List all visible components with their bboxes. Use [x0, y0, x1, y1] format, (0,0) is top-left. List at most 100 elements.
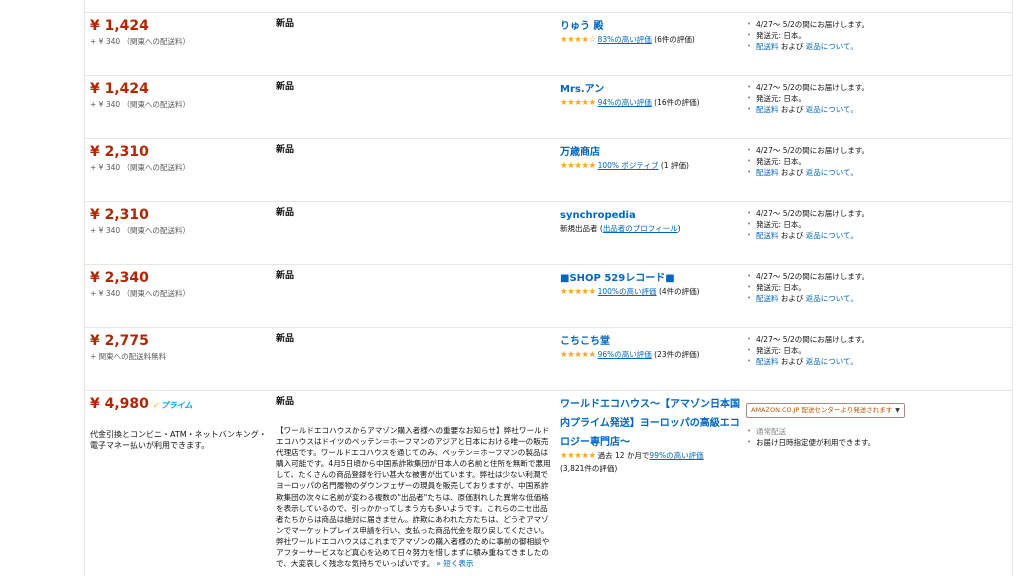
delivery-column: AMAZON.CO.JP 配送センターより発送されます▼ 通常配送 お届け日時指… — [746, 397, 996, 449]
delivery-info-list: 4/27～ 5/2の間にお届けします。 発送元: 日本。 配送料 および 返品に… — [746, 145, 996, 179]
seller-column: こちこち堂 ★★★★★ 96%の高い評価 (23件の評価) — [560, 329, 740, 361]
rating-period: 過去 12 か月で — [597, 451, 650, 460]
delivery-info-list: 4/27～ 5/2の間にお届けします。 発送元: 日本。 配送料 および 返品に… — [746, 19, 996, 53]
shipping-fee: + ¥ 340 （関東への配送料） — [90, 37, 191, 46]
ships-from: 発送元: 日本。 — [747, 93, 996, 104]
offer-condition: 新品 — [276, 82, 295, 92]
offer-row: ¥ 1,424 + ¥ 340 （関東への配送料） 新品 Mrs.アン ★★★★… — [84, 76, 1012, 139]
shipping-fee-link[interactable]: 配送料 — [756, 357, 779, 366]
offer-price: ¥ 2,340 — [90, 270, 149, 286]
offer-condition: 新品 — [276, 334, 295, 344]
offer-row: ¥ 1,424 + ¥ 340 （関東への配送料） 新品 りゅう 殿 ★★★★☆… — [84, 13, 1012, 76]
seller-rating: ★★★★★ 96%の高い評価 (23件の評価) — [560, 349, 740, 361]
shipping-fee: + ¥ 340 （関東への配送料） — [90, 226, 191, 235]
offer-row: ¥ 2,775 + 関東への配送料無料 新品 こちこち堂 ★★★★★ 96%の高い… — [84, 328, 1012, 391]
offer-row: ¥ 2,340 + ¥ 340 （関東への配送料） 新品 ■SHOP 529レコ… — [84, 265, 1012, 328]
offer-price: ¥ 1,424 — [90, 81, 149, 97]
returns-link[interactable]: 返品について。 — [806, 231, 858, 240]
new-seller-label: 新規出品者 ( — [560, 224, 603, 233]
delivery-date: 4/27～ 5/2の間にお届けします。 — [747, 334, 996, 345]
rating-count: (1 評価) — [660, 161, 689, 170]
seller-column: ■SHOP 529レコード■ ★★★★★ 100%の高い評価 (4件の評価) — [560, 266, 740, 298]
seller-name-link[interactable]: synchropedia — [560, 210, 636, 221]
seller-name-link[interactable]: りゅう 殿 — [560, 21, 603, 32]
offer-price: ¥ 2,310 — [90, 207, 149, 223]
rating-percent-link[interactable]: 100%の高い評価 — [598, 287, 657, 296]
rating-stars-icon: ★★★★★ — [560, 161, 596, 171]
fulfillment-label: AMAZON.CO.JP 配送センターより発送されます — [751, 406, 893, 414]
returns-link[interactable]: 返品について。 — [806, 357, 858, 366]
seller-column: りゅう 殿 ★★★★☆ 83%の高い評価 (6件の評価) — [560, 14, 740, 46]
show-less-link[interactable]: » 短く表示 — [436, 559, 473, 568]
seller-profile-link[interactable]: 出品者のプロフィール — [603, 224, 678, 233]
description-text: 【ワールドエコハウスからアマゾン購入者様への重要なお知らせ】弊社ワールドエコハウ… — [276, 426, 551, 569]
seller-name-link[interactable]: こちこち堂 — [560, 336, 610, 347]
seller-column: Mrs.アン ★★★★★ 94%の高い評価 (16件の評価) — [560, 77, 740, 109]
offer-condition: 新品 — [276, 397, 295, 407]
delivery-info-list: 4/27～ 5/2の間にお届けします。 発送元: 日本。 配送料 および 返品に… — [746, 82, 996, 116]
ships-from: 発送元: 日本。 — [747, 156, 996, 167]
rating-count: (23件の評価) — [654, 350, 700, 359]
rating-count: (6件の評価) — [654, 35, 695, 44]
and-text: および — [778, 105, 806, 115]
delivery-info-list: 4/27～ 5/2の間にお届けします。 発送元: 日本。 配送料 および 返品に… — [746, 271, 996, 305]
shipping-returns-links: 配送料 および 返品について。 — [747, 356, 996, 367]
shipping-returns-links: 配送料 および 返品について。 — [747, 230, 996, 241]
fulfillment-dropdown[interactable]: AMAZON.CO.JP 配送センターより発送されます ▼ — [746, 403, 905, 418]
offer-row-prime: ¥ 4,980 ✓プライム 代金引換とコンビニ・ATM・ネットバンキング・電子マネ… — [84, 391, 1012, 576]
and-text: および — [778, 231, 806, 241]
seller-name-link[interactable]: 万歳商店 — [560, 147, 600, 158]
seller-name-link[interactable]: Mrs.アン — [560, 84, 604, 95]
ships-from: 発送元: 日本。 — [747, 30, 996, 41]
rating-percent-link[interactable]: 96%の高い評価 — [598, 350, 652, 359]
offer-price: ¥ 1,424 — [90, 18, 149, 34]
shipping-fee: + ¥ 340 （関東への配送料） — [90, 289, 191, 298]
and-text: および — [778, 357, 806, 367]
condition-column: 新品 — [276, 81, 551, 93]
condition-column: 新品 — [276, 18, 551, 30]
returns-link[interactable]: 返品について。 — [806, 42, 858, 51]
delivery-column: 4/27～ 5/2の間にお届けします。 発送元: 日本。 配送料 および 返品に… — [746, 208, 996, 242]
seller-rating: ★★★★★ 94%の高い評価 (16件の評価) — [560, 97, 740, 109]
standard-delivery: 通常配送 — [747, 426, 996, 437]
shipping-fee-link[interactable]: 配送料 — [756, 42, 779, 51]
offer-condition: 新品 — [276, 271, 295, 281]
returns-link[interactable]: 返品について。 — [806, 105, 858, 114]
rating-percent-link[interactable]: 99%の高い評価 — [649, 451, 703, 460]
new-seller-close: ) — [677, 224, 681, 233]
offer-row: ¥ 2,310 + ¥ 340 （関東への配送料） 新品 synchropedi… — [84, 202, 1012, 265]
seller-column: 万歳商店 ★★★★★ 100% ポジティブ (1 評価) — [560, 140, 740, 172]
returns-link[interactable]: 返品について。 — [806, 168, 858, 177]
ships-from: 発送元: 日本。 — [747, 219, 996, 230]
condition-column: 新品 — [276, 333, 551, 345]
shipping-fee-link[interactable]: 配送料 — [756, 168, 779, 177]
delivery-date: 4/27～ 5/2の間にお届けします。 — [747, 82, 996, 93]
delivery-column: 4/27～ 5/2の間にお届けします。 発送元: 日本。 配送料 および 返品に… — [746, 145, 996, 179]
rating-count: (3,821件の評価) — [560, 464, 618, 473]
rating-count: (4件の評価) — [658, 287, 700, 296]
price-column: ¥ 2,340 + ¥ 340 （関東への配送料） — [90, 269, 270, 299]
delivery-column: 4/27～ 5/2の間にお届けします。 発送元: 日本。 配送料 および 返品に… — [746, 82, 996, 116]
ships-from: 発送元: 日本。 — [747, 282, 996, 293]
rating-percent-link[interactable]: 83%の高い評価 — [598, 35, 652, 44]
delivery-date: 4/27～ 5/2の間にお届けします。 — [747, 271, 996, 282]
delivery-column: 4/27～ 5/2の間にお届けします。 発送元: 日本。 配送料 および 返品に… — [746, 271, 996, 305]
offer-listing-page: ¥ 1,424 + ¥ 340 （関東への配送料） 新品 りゅう 殿 ★★★★☆… — [0, 0, 1024, 576]
shipping-returns-links: 配送料 および 返品について。 — [747, 104, 996, 115]
and-text: および — [778, 294, 806, 304]
scheduled-delivery: お届け日時指定便が利用できます。 — [747, 437, 996, 448]
rating-percent-link[interactable]: 94%の高い評価 — [598, 98, 652, 107]
prime-badge: ✓プライム — [153, 401, 193, 410]
shipping-fee-link[interactable]: 配送料 — [756, 231, 779, 240]
shipping-fee-link[interactable]: 配送料 — [756, 105, 779, 114]
offer-price: ¥ 2,775 — [90, 333, 149, 349]
delivery-column: 4/27～ 5/2の間にお届けします。 発送元: 日本。 配送料 および 返品に… — [746, 334, 996, 368]
shipping-fee: + ¥ 340 （関東への配送料） — [90, 100, 191, 109]
seller-name-link[interactable]: ワールドエコハウス～【アマゾン日本国内プライム発送】ヨーロッパの高級エコロジー専… — [560, 399, 740, 448]
offer-row: ¥ 2,310 + ¥ 340 （関東への配送料） 新品 万歳商店 ★★★★★ 1… — [84, 139, 1012, 202]
seller-name-link[interactable]: ■SHOP 529レコード■ — [560, 273, 675, 284]
returns-link[interactable]: 返品について。 — [806, 294, 858, 303]
and-text: および — [778, 42, 806, 52]
shipping-fee-link[interactable]: 配送料 — [756, 294, 779, 303]
rating-percent-link[interactable]: 100% ポジティブ — [598, 161, 659, 170]
